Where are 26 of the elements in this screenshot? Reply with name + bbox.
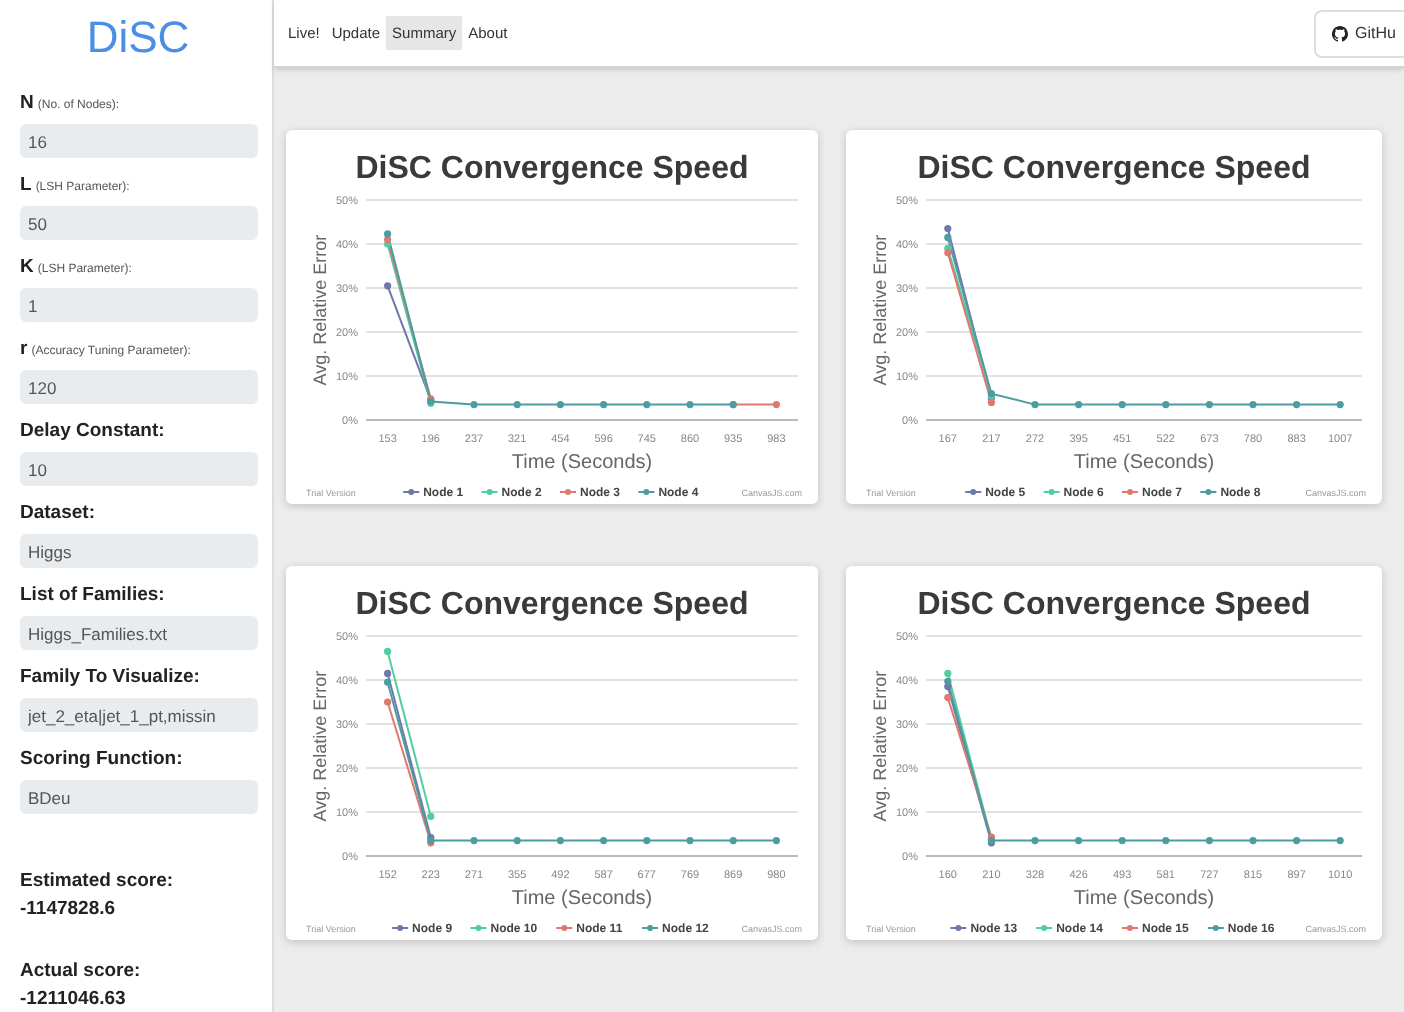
y-axis-title: Avg. Relative Error [310, 670, 330, 822]
y-axis-title: Avg. Relative Error [870, 234, 890, 386]
app-logo: DiSC [86, 12, 190, 64]
field-label: Dataset: [20, 502, 95, 526]
chart-title: DiSC Convergence Speed [917, 588, 1311, 622]
field-label: Delay Constant: [20, 420, 165, 444]
y-axis-title: Avg. Relative Error [310, 234, 330, 386]
x-axis-title: Time (Seconds) [1073, 888, 1215, 910]
field-label: Family To Visualize: [20, 666, 200, 690]
x-axis-title: Time (Seconds) [511, 452, 653, 474]
score-label: Actual score: [20, 960, 143, 984]
score-value: -1211046.63 [20, 988, 128, 1012]
chart-title: DiSC Convergence Speed [355, 588, 749, 622]
field-label: r [20, 338, 28, 362]
field-label: Scoring Function: [20, 748, 183, 772]
score-label: Estimated score: [20, 870, 176, 894]
x-axis-title: Time (Seconds) [1073, 452, 1215, 474]
field-label: K [20, 256, 34, 280]
chart-title: DiSC Convergence Speed [355, 152, 749, 186]
field-label: N [20, 92, 34, 116]
x-axis-title: Time (Seconds) [511, 888, 653, 910]
score-value: -1147828.6 [20, 898, 118, 922]
field-label: List of Families: [20, 584, 165, 608]
chart-title: DiSC Convergence Speed [917, 152, 1311, 186]
field-label: L [20, 174, 32, 198]
y-axis-title: Avg. Relative Error [870, 670, 890, 822]
